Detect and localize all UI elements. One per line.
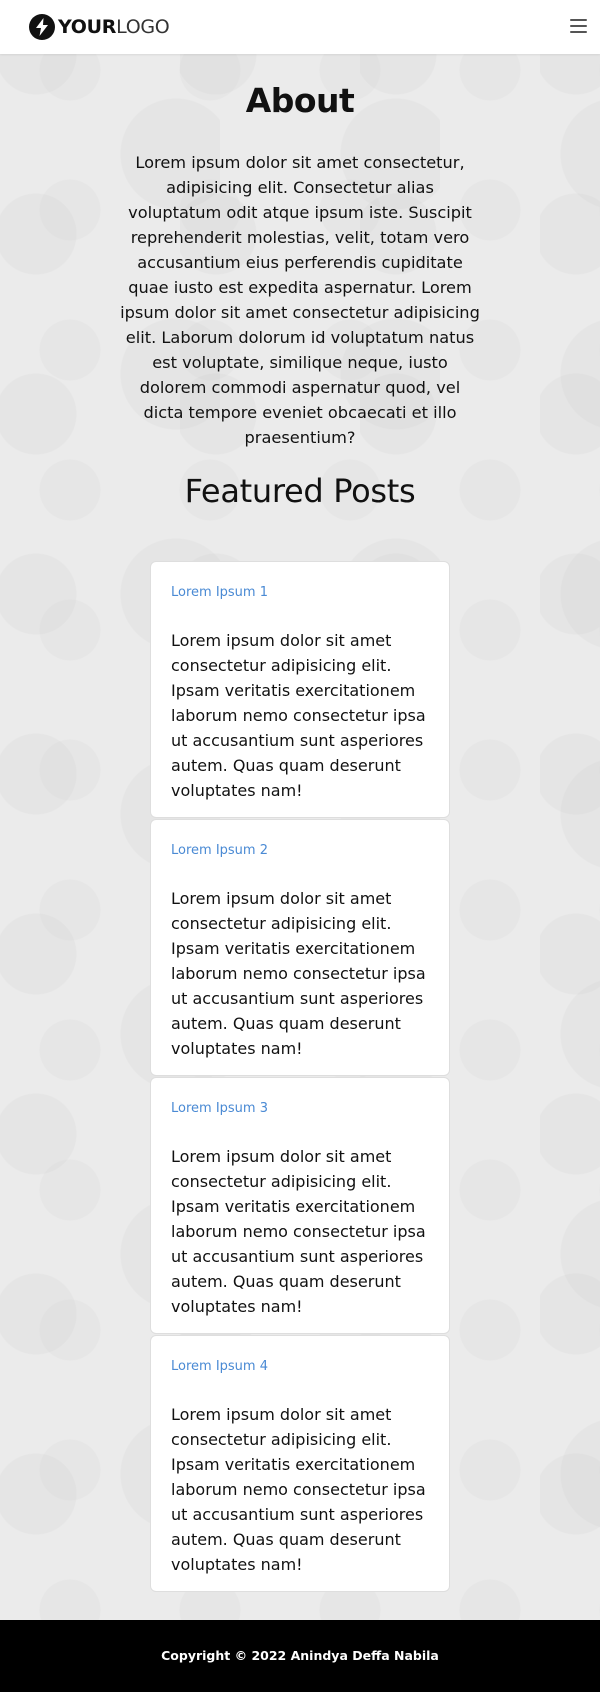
- lightning-bolt-icon: [29, 14, 55, 40]
- hamburger-menu-icon[interactable]: [570, 18, 587, 34]
- logo-text-light: LOGO: [116, 16, 170, 38]
- copyright-text: Copyright © 2022 Anindya Deffa Nabila: [161, 1648, 439, 1663]
- site-footer: Copyright © 2022 Anindya Deffa Nabila: [0, 1620, 600, 1692]
- post-body: Lorem ipsum dolor sit amet consectetur a…: [171, 1147, 426, 1316]
- logo-wordmark: YOURLOGO: [58, 14, 170, 40]
- featured-posts-list: Lorem Ipsum 1 Lorem ipsum dolor sit amet…: [150, 561, 450, 1593]
- post-body: Lorem ipsum dolor sit amet consectetur a…: [171, 631, 426, 800]
- about-title: About: [245, 81, 355, 120]
- logo-text-bold: YOUR: [58, 16, 117, 38]
- post-title[interactable]: Lorem Ipsum 4: [171, 1358, 268, 1376]
- post-card[interactable]: Lorem Ipsum 4 Lorem ipsum dolor sit amet…: [150, 1335, 450, 1592]
- post-title[interactable]: Lorem Ipsum 2: [171, 842, 268, 860]
- post-title[interactable]: Lorem Ipsum 1: [171, 584, 268, 602]
- post-body: Lorem ipsum dolor sit amet consectetur a…: [171, 889, 426, 1058]
- site-logo[interactable]: YOURLOGO: [29, 14, 170, 40]
- post-card[interactable]: Lorem Ipsum 3 Lorem ipsum dolor sit amet…: [150, 1077, 450, 1334]
- site-header: YOURLOGO: [0, 0, 600, 54]
- about-text: Lorem ipsum dolor sit amet consectetur, …: [120, 153, 480, 447]
- post-card[interactable]: Lorem Ipsum 1 Lorem ipsum dolor sit amet…: [150, 561, 450, 818]
- featured-posts-title: Featured Posts: [184, 472, 416, 510]
- post-title[interactable]: Lorem Ipsum 3: [171, 1100, 268, 1118]
- post-body: Lorem ipsum dolor sit amet consectetur a…: [171, 1405, 426, 1574]
- post-card[interactable]: Lorem Ipsum 2 Lorem ipsum dolor sit amet…: [150, 819, 450, 1076]
